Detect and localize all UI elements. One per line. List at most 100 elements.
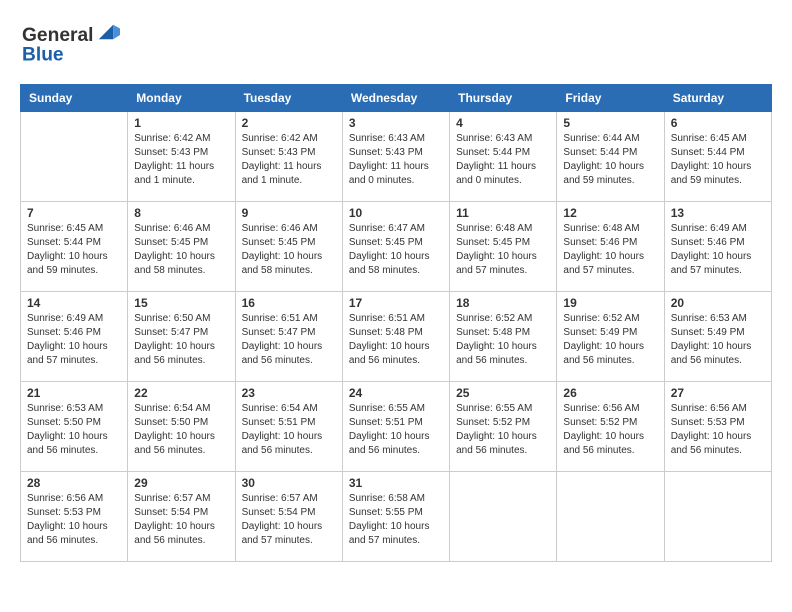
day-number: 30 bbox=[242, 476, 336, 490]
day-info: Sunrise: 6:54 AMSunset: 5:50 PMDaylight:… bbox=[134, 402, 228, 458]
day-number: 18 bbox=[456, 296, 550, 310]
day-cell-22: 22 Sunrise: 6:54 AMSunset: 5:50 PMDayligh… bbox=[128, 382, 235, 472]
day-number: 6 bbox=[671, 116, 765, 130]
day-number: 24 bbox=[349, 386, 443, 400]
day-number: 17 bbox=[349, 296, 443, 310]
day-cell-16: 16Sunrise: 6:51 AMSunset: 5:47 PMDayligh… bbox=[235, 292, 342, 382]
day-info: Sunrise: 6:45 AMSunset: 5:44 PMDaylight:… bbox=[671, 132, 765, 188]
page-header: General Blue bbox=[20, 20, 772, 68]
day-cell-13: 13 Sunrise: 6:49 AMSunset: 5:46 PMDayligh… bbox=[664, 202, 771, 292]
day-number: 2 bbox=[242, 116, 336, 130]
week-row-2: 7 Sunrise: 6:45 AMSunset: 5:44 PMDaylight… bbox=[21, 202, 772, 292]
day-info: Sunrise: 6:58 AMSunset: 5:55 PMDaylight:… bbox=[349, 492, 443, 548]
column-header-friday: Friday bbox=[557, 85, 664, 112]
empty-cell bbox=[450, 472, 557, 562]
week-row-1: 1 Sunrise: 6:42 AMSunset: 5:43 PMDaylight… bbox=[21, 112, 772, 202]
day-number: 19 bbox=[563, 296, 657, 310]
day-info: Sunrise: 6:54 AMSunset: 5:51 PMDaylight:… bbox=[242, 402, 336, 458]
calendar-table: SundayMondayTuesdayWednesdayThursdayFrid… bbox=[20, 84, 772, 562]
day-number: 23 bbox=[242, 386, 336, 400]
empty-cell bbox=[557, 472, 664, 562]
day-info: Sunrise: 6:53 AMSunset: 5:49 PMDaylight:… bbox=[671, 312, 765, 368]
day-cell-10: 10 Sunrise: 6:47 AMSunset: 5:45 PMDayligh… bbox=[342, 202, 449, 292]
day-number: 1 bbox=[134, 116, 228, 130]
day-info: Sunrise: 6:57 AMSunset: 5:54 PMDaylight:… bbox=[134, 492, 228, 548]
day-number: 29 bbox=[134, 476, 228, 490]
day-info: Sunrise: 6:49 AMSunset: 5:46 PMDaylight:… bbox=[671, 222, 765, 278]
day-number: 21 bbox=[27, 386, 121, 400]
day-info: Sunrise: 6:45 AMSunset: 5:44 PMDaylight:… bbox=[27, 222, 121, 278]
day-info: Sunrise: 6:56 AMSunset: 5:53 PMDaylight:… bbox=[671, 402, 765, 458]
day-number: 14 bbox=[27, 296, 121, 310]
day-cell-15: 15Sunrise: 6:50 AMSunset: 5:47 PMDayligh… bbox=[128, 292, 235, 382]
day-info: Sunrise: 6:48 AMSunset: 5:45 PMDaylight:… bbox=[456, 222, 550, 278]
day-info: Sunrise: 6:47 AMSunset: 5:45 PMDaylight:… bbox=[349, 222, 443, 278]
day-cell-5: 5 Sunrise: 6:44 AMSunset: 5:44 PMDaylight… bbox=[557, 112, 664, 202]
day-info: Sunrise: 6:43 AMSunset: 5:43 PMDaylight:… bbox=[349, 132, 443, 188]
day-cell-21: 21 Sunrise: 6:53 AMSunset: 5:50 PMDayligh… bbox=[21, 382, 128, 472]
day-number: 22 bbox=[134, 386, 228, 400]
day-info: Sunrise: 6:46 AMSunset: 5:45 PMDaylight:… bbox=[242, 222, 336, 278]
day-number: 20 bbox=[671, 296, 765, 310]
day-info: Sunrise: 6:52 AMSunset: 5:49 PMDaylight:… bbox=[563, 312, 657, 368]
day-cell-24: 24 Sunrise: 6:55 AMSunset: 5:51 PMDayligh… bbox=[342, 382, 449, 472]
day-number: 13 bbox=[671, 206, 765, 220]
day-number: 31 bbox=[349, 476, 443, 490]
day-cell-25: 25 Sunrise: 6:55 AMSunset: 5:52 PMDayligh… bbox=[450, 382, 557, 472]
day-cell-1: 1 Sunrise: 6:42 AMSunset: 5:43 PMDaylight… bbox=[128, 112, 235, 202]
day-number: 4 bbox=[456, 116, 550, 130]
day-info: Sunrise: 6:46 AMSunset: 5:45 PMDaylight:… bbox=[134, 222, 228, 278]
day-number: 25 bbox=[456, 386, 550, 400]
day-info: Sunrise: 6:52 AMSunset: 5:48 PMDaylight:… bbox=[456, 312, 550, 368]
day-info: Sunrise: 6:51 AMSunset: 5:48 PMDaylight:… bbox=[349, 312, 443, 368]
day-cell-7: 7 Sunrise: 6:45 AMSunset: 5:44 PMDaylight… bbox=[21, 202, 128, 292]
column-header-sunday: Sunday bbox=[21, 85, 128, 112]
day-info: Sunrise: 6:49 AMSunset: 5:46 PMDaylight:… bbox=[27, 312, 121, 368]
column-header-tuesday: Tuesday bbox=[235, 85, 342, 112]
svg-text:General: General bbox=[22, 25, 93, 46]
day-number: 3 bbox=[349, 116, 443, 130]
day-number: 12 bbox=[563, 206, 657, 220]
day-info: Sunrise: 6:42 AMSunset: 5:43 PMDaylight:… bbox=[242, 132, 336, 188]
column-header-monday: Monday bbox=[128, 85, 235, 112]
day-cell-26: 26Sunrise: 6:56 AMSunset: 5:52 PMDayligh… bbox=[557, 382, 664, 472]
day-number: 16 bbox=[242, 296, 336, 310]
day-info: Sunrise: 6:53 AMSunset: 5:50 PMDaylight:… bbox=[27, 402, 121, 458]
day-cell-12: 12 Sunrise: 6:48 AMSunset: 5:46 PMDayligh… bbox=[557, 202, 664, 292]
day-cell-28: 28Sunrise: 6:56 AMSunset: 5:53 PMDayligh… bbox=[21, 472, 128, 562]
day-info: Sunrise: 6:55 AMSunset: 5:52 PMDaylight:… bbox=[456, 402, 550, 458]
day-cell-29: 29 Sunrise: 6:57 AMSunset: 5:54 PMDayligh… bbox=[128, 472, 235, 562]
day-number: 27 bbox=[671, 386, 765, 400]
day-cell-30: 30Sunrise: 6:57 AMSunset: 5:54 PMDayligh… bbox=[235, 472, 342, 562]
day-cell-8: 8Sunrise: 6:46 AMSunset: 5:45 PMDaylight… bbox=[128, 202, 235, 292]
day-cell-27: 27 Sunrise: 6:56 AMSunset: 5:53 PMDayligh… bbox=[664, 382, 771, 472]
day-cell-11: 11Sunrise: 6:48 AMSunset: 5:45 PMDayligh… bbox=[450, 202, 557, 292]
day-cell-23: 23 Sunrise: 6:54 AMSunset: 5:51 PMDayligh… bbox=[235, 382, 342, 472]
day-cell-17: 17 Sunrise: 6:51 AMSunset: 5:48 PMDayligh… bbox=[342, 292, 449, 382]
day-info: Sunrise: 6:42 AMSunset: 5:43 PMDaylight:… bbox=[134, 132, 228, 188]
day-number: 9 bbox=[242, 206, 336, 220]
day-info: Sunrise: 6:43 AMSunset: 5:44 PMDaylight:… bbox=[456, 132, 550, 188]
column-header-wednesday: Wednesday bbox=[342, 85, 449, 112]
day-cell-20: 20 Sunrise: 6:53 AMSunset: 5:49 PMDayligh… bbox=[664, 292, 771, 382]
day-info: Sunrise: 6:50 AMSunset: 5:47 PMDaylight:… bbox=[134, 312, 228, 368]
day-info: Sunrise: 6:55 AMSunset: 5:51 PMDaylight:… bbox=[349, 402, 443, 458]
day-info: Sunrise: 6:44 AMSunset: 5:44 PMDaylight:… bbox=[563, 132, 657, 188]
day-cell-2: 2 Sunrise: 6:42 AMSunset: 5:43 PMDaylight… bbox=[235, 112, 342, 202]
svg-text:Blue: Blue bbox=[22, 44, 64, 65]
day-info: Sunrise: 6:48 AMSunset: 5:46 PMDaylight:… bbox=[563, 222, 657, 278]
day-cell-9: 9 Sunrise: 6:46 AMSunset: 5:45 PMDaylight… bbox=[235, 202, 342, 292]
column-header-thursday: Thursday bbox=[450, 85, 557, 112]
day-cell-3: 3 Sunrise: 6:43 AMSunset: 5:43 PMDaylight… bbox=[342, 112, 449, 202]
logo-svg: General Blue bbox=[20, 20, 120, 68]
day-cell-31: 31 Sunrise: 6:58 AMSunset: 5:55 PMDayligh… bbox=[342, 472, 449, 562]
column-header-saturday: Saturday bbox=[664, 85, 771, 112]
week-row-4: 21 Sunrise: 6:53 AMSunset: 5:50 PMDayligh… bbox=[21, 382, 772, 472]
week-row-5: 28Sunrise: 6:56 AMSunset: 5:53 PMDayligh… bbox=[21, 472, 772, 562]
day-number: 5 bbox=[563, 116, 657, 130]
calendar-header-row: SundayMondayTuesdayWednesdayThursdayFrid… bbox=[21, 85, 772, 112]
day-number: 10 bbox=[349, 206, 443, 220]
empty-cell bbox=[21, 112, 128, 202]
day-number: 7 bbox=[27, 206, 121, 220]
day-cell-19: 19 Sunrise: 6:52 AMSunset: 5:49 PMDayligh… bbox=[557, 292, 664, 382]
